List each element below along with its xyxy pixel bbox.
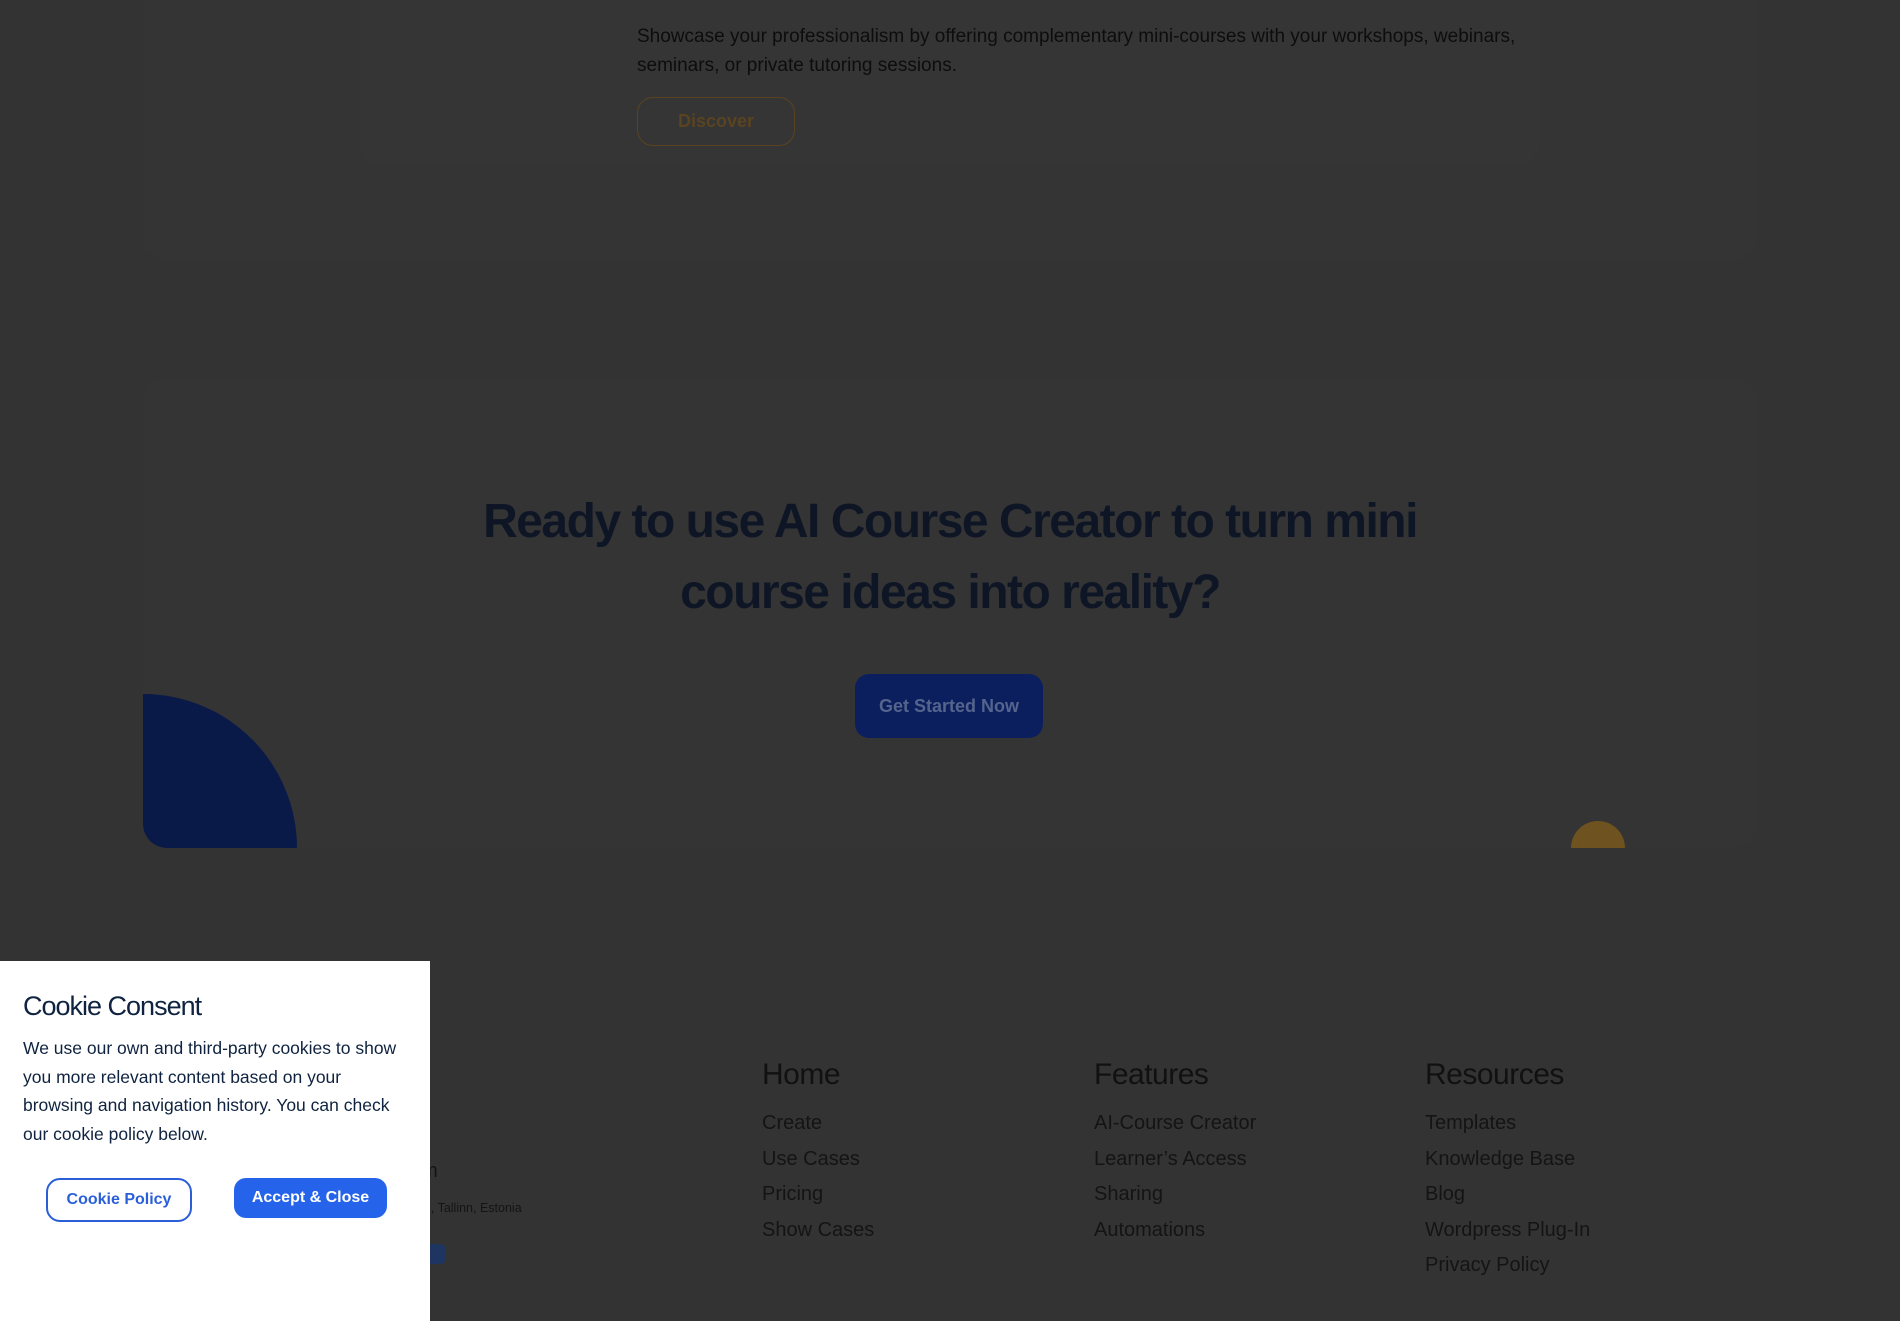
footer-link-sharing[interactable]: Sharing [1094, 1177, 1256, 1213]
footer-heading: Resources [1425, 1058, 1564, 1091]
discover-button[interactable]: Discover [637, 97, 795, 146]
footer-link-pricing[interactable]: Pricing [762, 1177, 874, 1213]
cookie-consent-message: We use our own and third-party cookies t… [23, 1038, 397, 1144]
footer-link-show-cases[interactable]: Show Cases [762, 1213, 874, 1249]
use-case-description: Showcase your professionalism by offerin… [637, 26, 1516, 76]
decorative-quarter-circle [143, 694, 297, 848]
footer-link-learners-access[interactable]: Learner’s Access [1094, 1142, 1256, 1178]
accept-close-button[interactable]: Accept & Close [234, 1178, 387, 1218]
decorative-orange-circle [1571, 821, 1625, 848]
cookie-consent-panel: Cookie Consent We use our own and third-… [0, 961, 430, 1321]
cta-heading-line2: course ideas into reality? [680, 566, 1221, 619]
footer-heading: Home [762, 1058, 841, 1091]
footer-link-privacy-policy[interactable]: Privacy Policy [1425, 1248, 1590, 1284]
footer-link-blog[interactable]: Blog [1425, 1177, 1590, 1213]
footer-column-home: Home Create Use Cases Pricing Show Cases [762, 1058, 874, 1248]
cta-heading: Ready to use AI Course Creator to turn m… [400, 486, 1500, 628]
cookie-policy-button[interactable]: Cookie Policy [46, 1178, 192, 1222]
footer-heading: Features [1094, 1058, 1209, 1091]
footer-link-templates[interactable]: Templates [1425, 1106, 1590, 1142]
footer-link-wordpress-plugin[interactable]: Wordpress Plug-In [1425, 1213, 1590, 1249]
footer-link-knowledge-base[interactable]: Knowledge Base [1425, 1142, 1590, 1178]
footer-link-ai-course-creator[interactable]: AI-Course Creator [1094, 1106, 1256, 1142]
footer-column-resources: Resources Templates Knowledge Base Blog … [1425, 1058, 1590, 1284]
cookie-consent-title: Cookie Consent [23, 991, 202, 1021]
footer-column-features: Features AI-Course Creator Learner’s Acc… [1094, 1058, 1256, 1248]
footer-link-create[interactable]: Create [762, 1106, 874, 1142]
get-started-button[interactable]: Get Started Now [855, 674, 1043, 738]
footer-link-use-cases[interactable]: Use Cases [762, 1142, 874, 1178]
cta-heading-line1: Ready to use AI Course Creator to turn m… [483, 495, 1418, 548]
footer-link-automations[interactable]: Automations [1094, 1213, 1256, 1249]
